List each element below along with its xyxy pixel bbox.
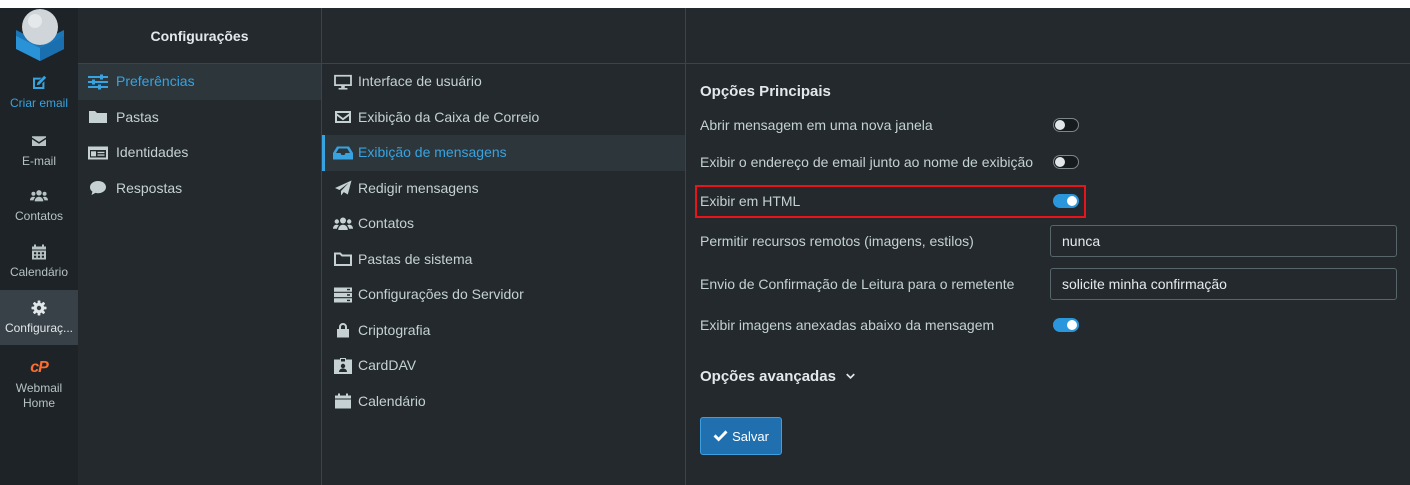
inline-images-toggle[interactable] <box>1053 318 1079 332</box>
calendar-icon <box>31 244 47 260</box>
section-heading: Opções Principais <box>700 83 831 100</box>
preferences-sections: Interface de usuário Exibição da Caixa d… <box>322 8 686 485</box>
setting-label: Abrir mensagem em uma nova janela <box>700 117 933 133</box>
folder-outline-icon <box>333 251 353 267</box>
section-item-encryption[interactable]: Criptografia <box>322 313 685 349</box>
section-item-label: CardDAV <box>358 357 417 373</box>
section-item-label: Redigir mensagens <box>358 179 479 196</box>
sections-list: Interface de usuário Exibição da Caixa d… <box>322 64 685 419</box>
menu-item-label: E-mail <box>21 154 56 168</box>
sections-header <box>322 8 685 64</box>
sidebar-item-label: Identidades <box>116 144 189 160</box>
sidebar-item-label: Preferências <box>116 73 195 89</box>
section-item-label: Calendário <box>358 392 426 409</box>
sidebar-item-preferences[interactable]: Preferências <box>78 64 321 100</box>
section-item-label: Criptografia <box>358 321 431 338</box>
menu-item-webmail-home[interactable]: cP Webmail Home <box>0 350 78 411</box>
folder-icon <box>88 109 108 125</box>
save-button[interactable]: Salvar <box>700 417 782 455</box>
menu-item-label: Webmail Home <box>15 381 63 410</box>
section-item-carddav[interactable]: CardDAV <box>322 348 685 384</box>
section-item-compose[interactable]: Redigir mensagens <box>322 171 685 207</box>
users-icon <box>30 188 48 204</box>
setting-row: Abrir mensagem em uma nova janela <box>700 109 1397 141</box>
sidebar-title: Configurações <box>78 8 321 64</box>
section-item-special-folders[interactable]: Pastas de sistema <box>322 242 685 278</box>
calendar-icon <box>333 393 353 409</box>
content-header <box>686 8 1410 64</box>
advanced-options-toggle[interactable]: Opções avançadas <box>700 367 855 385</box>
section-item-label: Exibição de mensagens <box>358 144 507 160</box>
lock-icon <box>333 322 353 338</box>
section-item-label: Exibição da Caixa de Correio <box>358 108 540 125</box>
section-item-label: Pastas de sistema <box>358 250 473 267</box>
roundcube-logo-icon[interactable] <box>14 8 66 62</box>
chevron-down-icon <box>846 373 855 379</box>
open-new-window-toggle[interactable] <box>1053 118 1079 132</box>
menu-item-label: Calendário <box>9 265 69 279</box>
menu-item-label: Configuraç... <box>4 321 74 335</box>
section-item-message-view[interactable]: Exibição de mensagens <box>322 135 685 171</box>
desktop-icon <box>333 74 353 90</box>
remote-resources-select[interactable]: nunca <box>1050 225 1397 257</box>
server-icon <box>333 287 353 303</box>
section-item-user-interface[interactable]: Interface de usuário <box>322 64 685 100</box>
menu-item-calendar[interactable]: Calendário <box>0 234 78 289</box>
comment-icon <box>88 180 108 196</box>
envelope-outline-icon <box>333 109 353 125</box>
toggle-knob <box>1055 120 1065 130</box>
highlight-box <box>695 185 1086 218</box>
main-menu: Criar email E-mail Contatos Calendário C <box>0 8 78 485</box>
paper-plane-icon <box>333 180 353 196</box>
menu-item-compose[interactable]: Criar email <box>0 65 78 120</box>
setting-label: Exibir imagens anexadas abaixo da mensag… <box>700 317 995 333</box>
save-button-label: Salvar <box>732 428 769 444</box>
check-icon <box>713 429 728 443</box>
settings-sidebar: Configurações Preferências Pastas Identi… <box>78 8 322 485</box>
section-item-server-settings[interactable]: Configurações do Servidor <box>322 277 685 313</box>
setting-row: Envio de Confirmação de Leitura para o r… <box>700 268 1397 300</box>
compose-icon <box>31 75 47 91</box>
sidebar-item-identities[interactable]: Identidades <box>78 135 321 171</box>
sliders-icon <box>88 74 108 90</box>
setting-label: Permitir recursos remotos (imagens, esti… <box>700 233 974 249</box>
section-item-contacts[interactable]: Contatos <box>322 206 685 242</box>
settings-form: Opções Principais Abrir mensagem em uma … <box>686 8 1410 485</box>
id-badge-icon <box>333 357 353 374</box>
setting-label: Exibir o endereço de email junto ao nome… <box>700 154 1034 170</box>
sidebar-item-label: Pastas <box>116 108 159 125</box>
setting-label: Envio de Confirmação de Leitura para o r… <box>700 276 1015 292</box>
id-card-icon <box>88 145 108 161</box>
sidebar-item-folders[interactable]: Pastas <box>78 100 321 136</box>
inbox-icon <box>333 145 353 161</box>
menu-item-label: Criar email <box>9 96 68 110</box>
section-item-label: Interface de usuário <box>358 73 482 89</box>
toggle-knob <box>1067 320 1077 330</box>
menu-item-contacts[interactable]: Contatos <box>0 178 78 233</box>
sidebar-item-responses[interactable]: Respostas <box>78 171 321 207</box>
webmail-app: Criar email E-mail Contatos Calendário C <box>0 8 1410 485</box>
toggle-knob <box>1055 157 1065 167</box>
read-receipt-select[interactable]: solicite minha confirmação <box>1050 268 1397 300</box>
menu-item-label: Contatos <box>14 209 64 223</box>
setting-row: Permitir recursos remotos (imagens, esti… <box>700 225 1397 257</box>
settings-list: Preferências Pastas Identidades Resposta… <box>78 64 321 206</box>
section-item-label: Configurações do Servidor <box>358 286 524 302</box>
section-item-label: Contatos <box>358 215 415 231</box>
envelope-icon <box>31 133 47 149</box>
users-icon <box>333 216 353 232</box>
section-item-calendar[interactable]: Calendário <box>322 384 685 420</box>
gear-icon <box>31 300 47 316</box>
advanced-options-label: Opções avançadas <box>700 367 836 385</box>
setting-row: Exibir imagens anexadas abaixo da mensag… <box>700 309 1397 341</box>
sidebar-item-label: Respostas <box>116 179 183 196</box>
menu-item-mail[interactable]: E-mail <box>0 123 78 178</box>
setting-row: Exibir o endereço de email junto ao nome… <box>700 146 1397 178</box>
menu-item-settings[interactable]: Configuraç... <box>0 290 78 345</box>
section-item-mailbox-view[interactable]: Exibição da Caixa de Correio <box>322 100 685 136</box>
cpanel-icon: cP <box>30 359 49 376</box>
show-email-address-toggle[interactable] <box>1053 155 1079 169</box>
